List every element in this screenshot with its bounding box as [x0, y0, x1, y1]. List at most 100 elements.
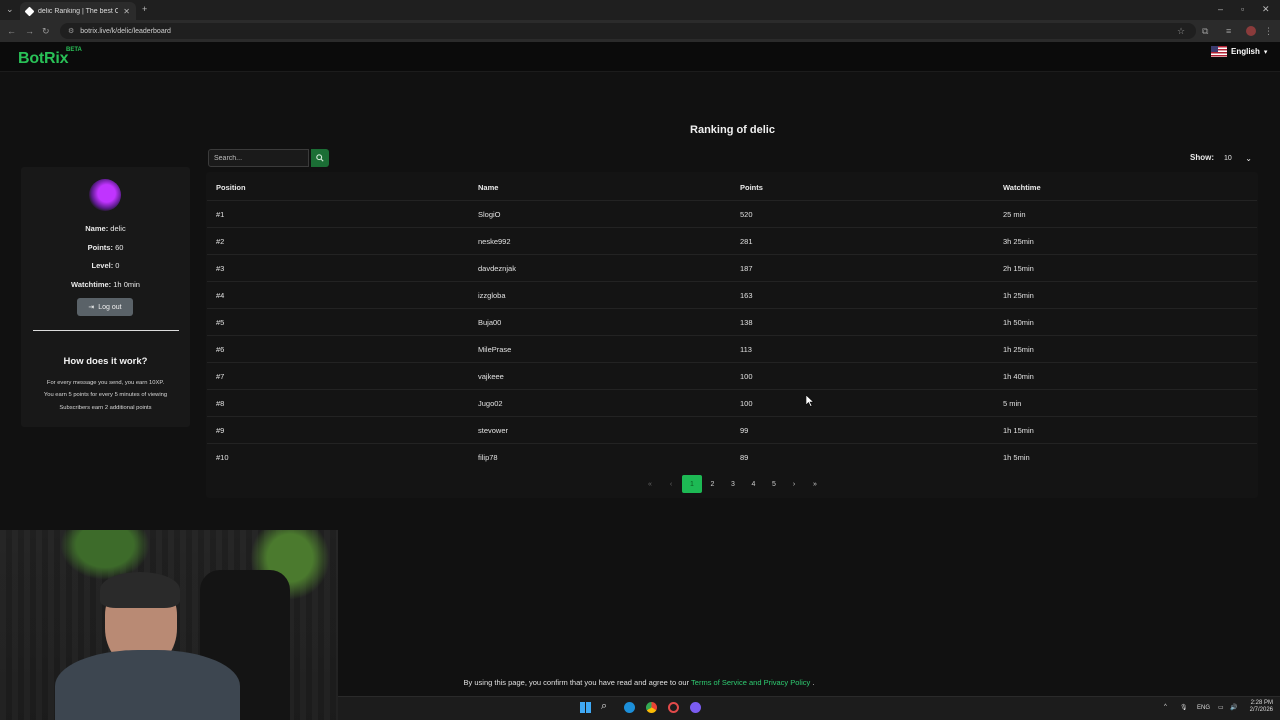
table-row: #5 Buja00 138 1h 50min [207, 308, 1257, 335]
user-name-line: Name: delic [85, 224, 126, 233]
url-field[interactable]: ⚙ botrix.live/k/delic/leaderboard [60, 23, 1196, 39]
cell-points: 138 [740, 318, 753, 327]
cell-points: 100 [740, 399, 753, 408]
tab-list-icon[interactable]: ⌄ [6, 4, 14, 15]
minimize-icon[interactable]: – [1218, 4, 1223, 14]
table-row: #1 SlogiO 520 25 min [207, 200, 1257, 227]
how-line-messages: For every message you send, you earn 10X… [46, 380, 165, 386]
cell-points: 281 [740, 237, 753, 246]
browser-tab-bar [0, 0, 1280, 20]
cell-position: #7 [216, 372, 225, 381]
terms-link[interactable]: Terms of Service and Privacy Policy [691, 678, 810, 687]
last-page-button[interactable]: » [805, 475, 825, 493]
show-count-select[interactable]: 10 ⌄ [1220, 149, 1256, 167]
chrome-icon[interactable] [646, 702, 657, 713]
tab-favicon-icon [24, 6, 35, 16]
column-header-position[interactable]: Position [216, 183, 246, 192]
clock[interactable]: 2:28 PM 2/7/2026 [1243, 700, 1273, 714]
browser-tab[interactable]: delic Ranking | The best ChatB... ✕ [20, 2, 136, 20]
table-row: #9 stevower 99 1h 15min [207, 416, 1257, 443]
search-button[interactable] [311, 149, 329, 167]
back-icon[interactable]: ← [7, 26, 16, 36]
cell-watchtime: 1h 50min [1003, 318, 1034, 327]
logout-button[interactable]: ⇥ Log out [77, 298, 133, 316]
windows-taskbar [338, 696, 1280, 720]
cell-position: #10 [216, 453, 229, 462]
column-header-name[interactable]: Name [478, 183, 498, 192]
column-header-watchtime[interactable]: Watchtime [1003, 183, 1041, 192]
cell-position: #4 [216, 291, 225, 300]
table-row: #8 Jugo02 100 5 min [207, 389, 1257, 416]
footer-period: . [812, 678, 815, 687]
table-row: #6 MilePrase 113 1h 25min [207, 335, 1257, 362]
user-watchtime-value: 1h 0min [113, 280, 140, 289]
search-icon [316, 154, 324, 162]
windows-start-icon[interactable] [580, 702, 591, 713]
cell-name: izzgloba [478, 291, 506, 300]
browser-menu-icon[interactable]: ⋮ [1264, 26, 1273, 37]
chevron-down-icon: ⌄ [1245, 153, 1252, 163]
logout-icon: ⇥ [88, 304, 95, 311]
profile-avatar-icon[interactable] [1246, 26, 1256, 36]
window-close-icon[interactable]: ✕ [1262, 4, 1270, 15]
new-tab-icon[interactable]: + [142, 4, 147, 14]
site-header [0, 42, 1280, 72]
footer-text: By using this page, you confirm that you… [463, 678, 690, 687]
chevron-down-icon: ▾ [1263, 48, 1268, 56]
show-label: Show: [1190, 153, 1214, 162]
cell-name: filip78 [478, 453, 498, 462]
cell-watchtime: 1h 25min [1003, 291, 1034, 300]
page-5-button[interactable]: 5 [764, 475, 784, 493]
forward-icon[interactable]: → [25, 26, 34, 36]
cell-watchtime: 5 min [1003, 399, 1022, 408]
page-title: Ranking of delic [690, 124, 775, 136]
tray-expand-icon[interactable]: ^ [1164, 704, 1167, 710]
cell-watchtime: 1h 15min [1003, 426, 1034, 435]
cell-watchtime: 2h 15min [1003, 264, 1034, 273]
beta-badge: BETA [66, 47, 82, 53]
prev-page-button[interactable]: ‹ [661, 475, 681, 493]
cell-name: MilePrase [478, 345, 512, 354]
column-header-points[interactable]: Points [740, 183, 763, 192]
microphone-icon[interactable]: 🎙 [1180, 704, 1188, 711]
mouse-cursor-icon [806, 395, 814, 407]
search-icon[interactable]: ⌕ [601, 700, 607, 713]
language-indicator[interactable]: ENG [1197, 705, 1210, 711]
language-selector[interactable]: English ▾ [1211, 46, 1267, 57]
cell-watchtime: 1h 40min [1003, 372, 1034, 381]
cell-position: #9 [216, 426, 225, 435]
clock-time: 2:28 PM [1250, 700, 1273, 706]
volume-icon[interactable]: 🔊 [1230, 704, 1237, 711]
next-page-button[interactable]: › [784, 475, 804, 493]
cell-name: SlogiO [478, 210, 501, 219]
cell-points: 89 [740, 453, 749, 462]
page-1-button[interactable]: 1 [682, 475, 702, 493]
page-2-button[interactable]: 2 [703, 475, 723, 493]
cell-watchtime: 3h 25min [1003, 237, 1034, 246]
bookmark-star-icon[interactable]: ☆ [1177, 26, 1185, 37]
table-row: #4 izzgloba 163 1h 25min [207, 281, 1257, 308]
discord-icon[interactable] [690, 702, 701, 713]
tab-close-icon[interactable]: ✕ [123, 7, 130, 16]
edge-icon[interactable] [624, 702, 635, 713]
cell-points: 163 [740, 291, 753, 300]
webcam-overlay [0, 530, 338, 720]
botrix-logo[interactable]: BotRix [18, 50, 69, 68]
maximize-icon[interactable]: ▫ [1241, 4, 1244, 14]
page-3-button[interactable]: 3 [723, 475, 743, 493]
app-icon[interactable] [668, 702, 679, 713]
page-4-button[interactable]: 4 [744, 475, 764, 493]
user-points-value: 60 [115, 243, 124, 252]
cell-points: 187 [740, 264, 753, 273]
extensions-icon[interactable]: ⧉ [1202, 26, 1208, 37]
first-page-button[interactable]: « [640, 475, 660, 493]
user-level-line: Level: 0 [91, 261, 120, 270]
search-input[interactable] [208, 149, 309, 167]
language-label: English [1231, 47, 1260, 56]
site-info-icon[interactable]: ⚙ [68, 27, 74, 35]
clock-date: 2/7/2026 [1249, 707, 1273, 713]
sidebar-icon[interactable]: ≡ [1226, 26, 1231, 36]
network-icon[interactable]: ▭ [1218, 704, 1224, 711]
reload-icon[interactable]: ↻ [42, 26, 50, 37]
cell-points: 520 [740, 210, 753, 219]
